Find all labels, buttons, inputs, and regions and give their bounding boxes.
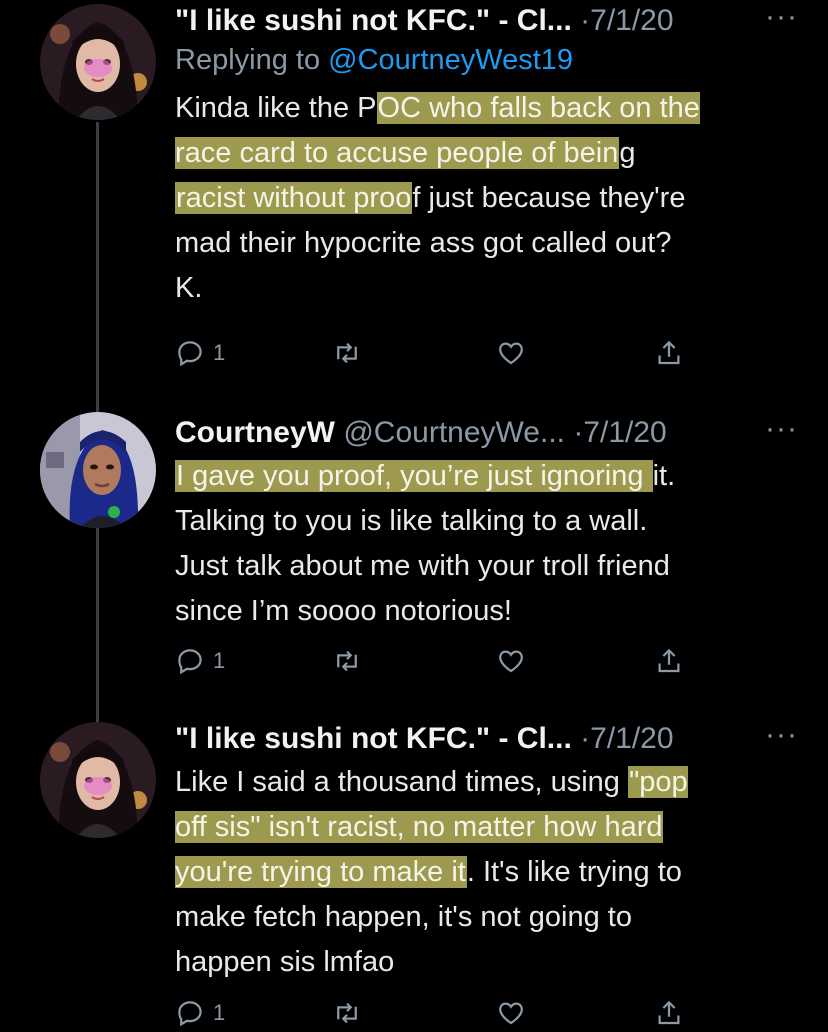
tweet-text-segment: g [619,137,636,169]
tweet-date[interactable]: ·7/1/20 [580,4,673,37]
retweet-icon [337,342,357,364]
share-icon [658,648,680,673]
anime-girl-avatar[interactable] [40,722,156,838]
tweet[interactable]: "I like sushi not KFC." - Cl... ·7/1/20 … [0,0,828,400]
reply-icon [178,649,202,675]
share-icon [658,1000,680,1025]
tweet-date[interactable]: ·7/1/20 [573,416,666,449]
reply-count: 1 [213,340,226,365]
anime-girl-avatar[interactable] [40,4,156,120]
tweet-actions: 1 [0,998,828,1032]
reply-count: 1 [213,1000,226,1025]
tweet-text: Like I said a thousand times, using "pop… [175,760,798,985]
tweet-text: Kinda like the POC who falls back on the… [175,86,798,311]
username[interactable]: @CourtneyWe... [343,416,565,449]
replying-to-label: Replying to [175,44,329,76]
heart-icon [499,650,523,673]
share-button[interactable] [654,646,684,676]
more-options-icon[interactable]: ··· [765,0,798,34]
display-name[interactable]: "I like sushi not KFC." - Cl... [175,722,572,755]
retweet-button[interactable] [332,338,362,368]
woman-blue-hair-avatar[interactable] [40,412,156,528]
display-name[interactable]: "I like sushi not KFC." - Cl... [175,4,572,37]
highlighted-text: racist without proo [175,182,413,214]
mention-link[interactable]: @CourtneyWest19 [328,44,573,76]
retweet-icon [337,1002,357,1024]
like-button[interactable] [496,338,526,368]
share-icon [658,340,680,365]
reply-button[interactable]: 1 [175,998,225,1028]
heart-icon [499,1002,523,1025]
tweet-date[interactable]: ·7/1/20 [580,722,673,755]
highlighted-text: I gave you proof, you’re just ignoring [175,460,653,492]
tweet-text-segment: Like I said a thousand times, using [175,766,628,798]
share-button[interactable] [654,338,684,368]
tweet-actions: 1 [0,646,828,680]
like-button[interactable] [496,998,526,1028]
retweet-button[interactable] [332,998,362,1028]
reply-button[interactable]: 1 [175,338,225,368]
reply-count: 1 [213,648,226,673]
like-button[interactable] [496,646,526,676]
tweet[interactable]: CourtneyW @CourtneyWe... ·7/1/20 ··· I g… [0,408,828,708]
retweet-button[interactable] [332,646,362,676]
tweet-actions: 1 [0,338,828,372]
tweet-text-segment: Kinda like the P [175,92,377,124]
tweet-text: I gave you proof, you’re just ignoring i… [175,454,798,634]
reply-icon [178,341,202,367]
more-options-icon[interactable]: ··· [765,412,798,446]
replying-to: Replying to @CourtneyWest19 [175,40,798,80]
display-name[interactable]: CourtneyW [175,416,335,449]
more-options-icon[interactable]: ··· [765,718,798,752]
heart-icon [499,342,523,365]
tweet[interactable]: "I like sushi not KFC." - Cl... ·7/1/20 … [0,718,828,1029]
reply-icon [178,1001,202,1027]
share-button[interactable] [654,998,684,1028]
retweet-icon [337,650,357,672]
reply-button[interactable]: 1 [175,646,225,676]
